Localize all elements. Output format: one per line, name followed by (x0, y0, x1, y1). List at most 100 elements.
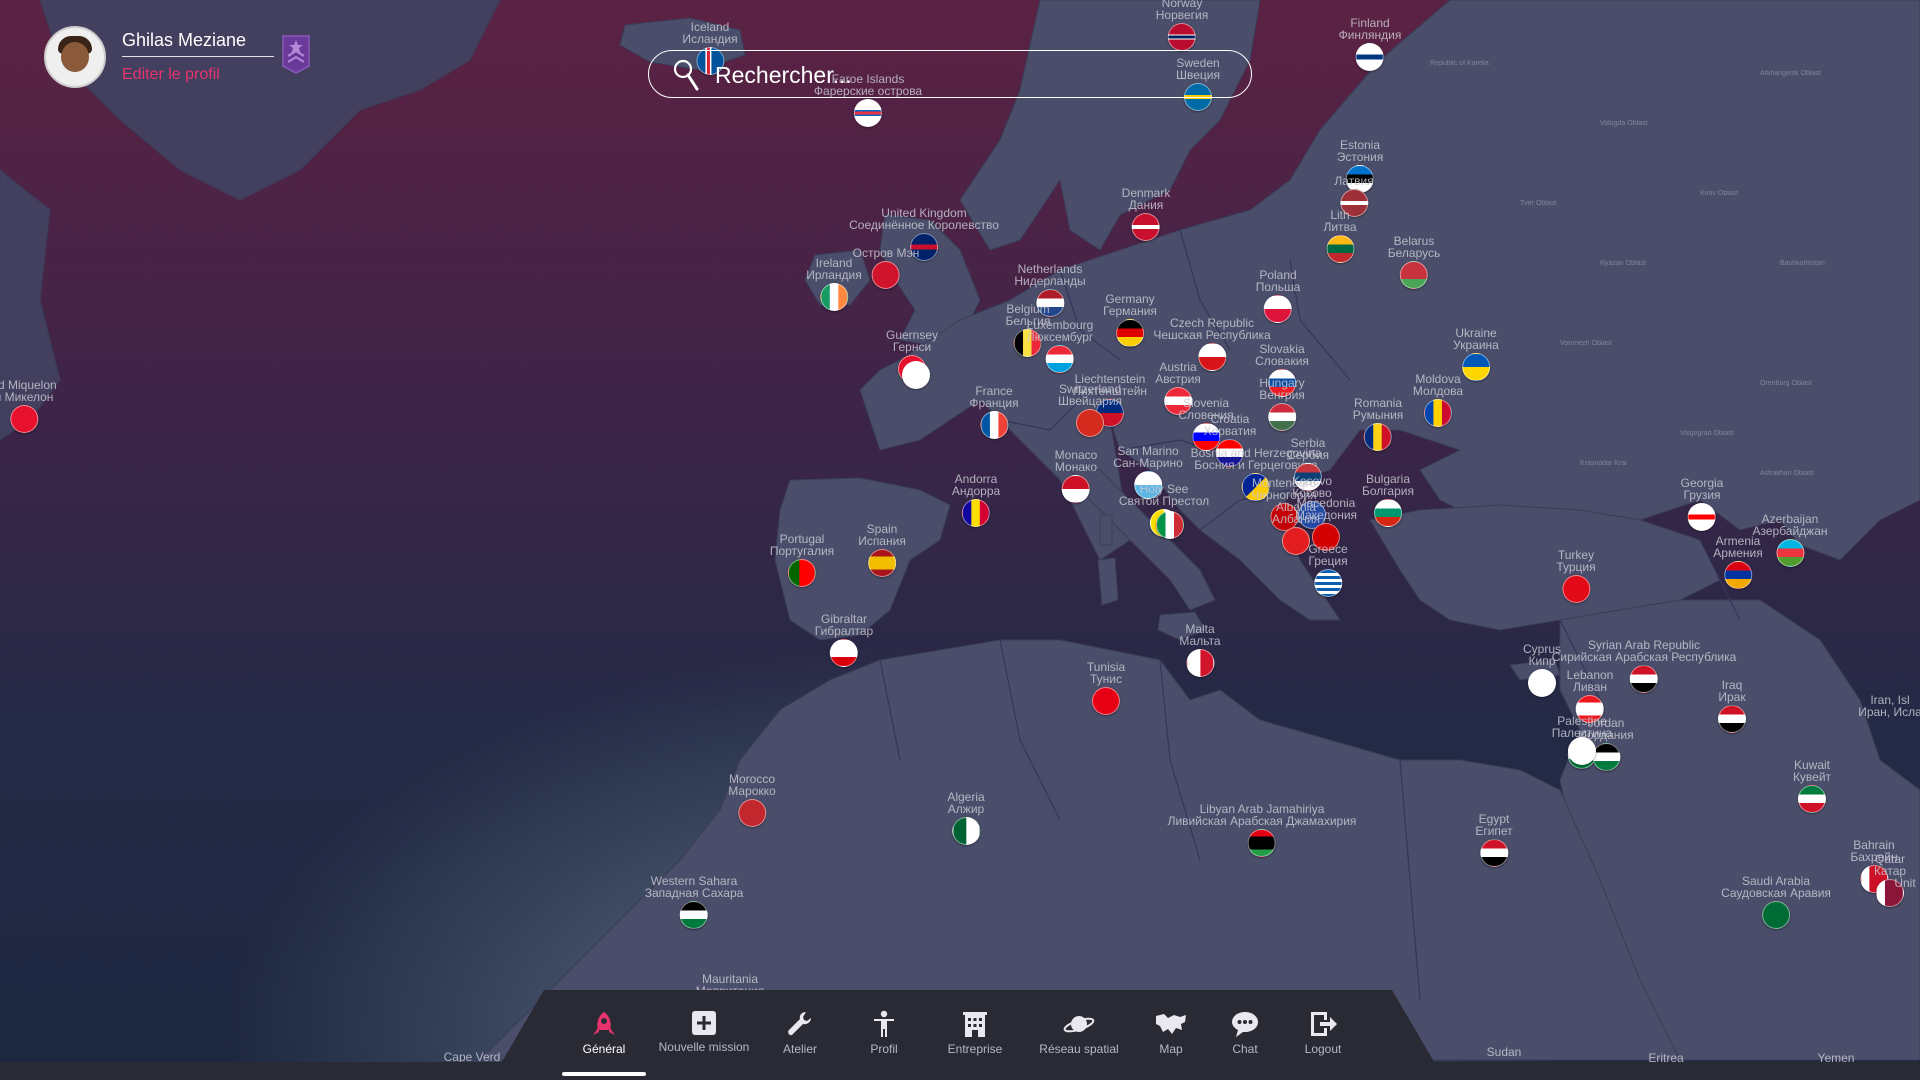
nav-label: Entreprise (947, 1042, 1003, 1056)
flag-icon (1167, 23, 1196, 51)
nav-chat[interactable]: Chat (1212, 990, 1278, 1065)
country-name-ru: Польша (1255, 280, 1301, 294)
country-name-ru: Украина (1453, 338, 1499, 352)
country-marker-finland[interactable]: Finland Финляндия (1339, 17, 1401, 71)
flag-icon (738, 799, 766, 827)
user-profile: Ghilas Meziane Editer le profil (44, 26, 364, 90)
country-marker-spain[interactable]: Spain Испания (858, 523, 906, 577)
region-label: Krasnodar Krai (1580, 460, 1627, 467)
country-name-ru: Румыния (1352, 408, 1404, 422)
nav-label: Map (1159, 1042, 1183, 1056)
country-marker-moldova[interactable]: Moldova Молдова (1413, 373, 1463, 427)
nav-map[interactable]: Map (1136, 990, 1206, 1065)
country-name: Sudan (1486, 1045, 1522, 1059)
building-icon (963, 1012, 987, 1037)
country-marker-algeria[interactable]: Algeria Алжир (947, 791, 985, 845)
country-marker-spm[interactable]: nd Miquelonи Микелон (0, 379, 57, 433)
country-marker-isleofman[interactable]: Остров Мэн (852, 246, 920, 289)
country-marker-westernsahara[interactable]: Western Sahara Западная Сахара (645, 875, 743, 929)
nav-reseau-spatial[interactable]: Réseau spatial (1030, 990, 1128, 1065)
country-marker-poland[interactable]: Poland Польша (1255, 269, 1301, 323)
country-marker-greece[interactable]: Greece Греция (1308, 543, 1348, 597)
country-marker-libya[interactable]: Libyan Arab Jamahiriya Ливийская Арабская… (1168, 803, 1356, 857)
search-icon (673, 59, 699, 91)
flag-icon (1479, 839, 1508, 867)
country-marker-azerbaijan[interactable]: Azerbaijan Азербайджан (1752, 513, 1828, 567)
country-marker-romania[interactable]: Romania Румыния (1352, 397, 1404, 451)
search-bar[interactable] (648, 50, 1252, 98)
map-sardinia (1097, 557, 1119, 606)
country-marker-kuwait[interactable]: Kuwait Кувейт (1793, 759, 1831, 813)
flag-icon (854, 99, 882, 127)
flag-icon (9, 405, 38, 433)
country-name-ru: Саудовская Аравия (1721, 886, 1831, 900)
country-name-ru: Беларусь (1387, 246, 1441, 260)
flag-icon (1355, 43, 1384, 71)
region-label: Astrakhan Oblast (1760, 470, 1814, 477)
country-marker-israel[interactable] (1568, 735, 1596, 765)
country-marker-armenia[interactable]: Armenia Армения (1713, 535, 1763, 589)
flag-icon (1776, 539, 1804, 567)
country-marker-bulgaria[interactable]: Bulgaria Болгария (1362, 473, 1414, 527)
country-marker-georgia[interactable]: Georgia Грузия (1681, 477, 1723, 531)
nav-new-mission[interactable]: Nouvelle mission (652, 990, 756, 1065)
country-marker-jersey[interactable] (902, 359, 930, 389)
country-marker-andorra[interactable]: Andorra Андорра (952, 473, 1000, 527)
nav-profil[interactable]: Profil (846, 990, 922, 1065)
country-marker-monaco[interactable]: Monaco Монако (1055, 449, 1097, 503)
flag-icon (820, 283, 848, 311)
country-marker-turkey[interactable]: Turkey Турция (1556, 549, 1596, 603)
nav-atelier[interactable]: Atelier (762, 990, 838, 1065)
region-label: Tver Oblast (1520, 200, 1557, 207)
country-marker-lithuania[interactable]: Lith Литва (1324, 209, 1357, 263)
country-marker-ireland[interactable]: Ireland Ирландия (806, 257, 862, 311)
country-marker-malta[interactable]: Malta Мальта (1179, 623, 1221, 677)
nav-label: Général (582, 1042, 626, 1056)
avatar[interactable] (44, 26, 106, 88)
flag-icon (1687, 503, 1716, 531)
world-map[interactable] (0, 0, 1920, 1080)
search-input[interactable] (713, 58, 1217, 92)
country-marker-iraq[interactable]: Iraq Ирак (1718, 679, 1746, 733)
country-marker-morocco[interactable]: Morocco Марокко (728, 773, 776, 827)
region-label: Arkhangelsk Oblast (1760, 70, 1821, 77)
country-name-ru: Швейцария (1057, 394, 1123, 408)
region-label: Volgograd Oblast (1680, 430, 1734, 437)
flag-icon (1762, 901, 1790, 929)
country-name-ru: Литва (1323, 220, 1357, 234)
flag-icon (1186, 649, 1214, 677)
country-name-ru: Исландия (682, 32, 738, 46)
country-marker-denmark[interactable]: Denmark Дания (1122, 187, 1170, 241)
country-marker-norway[interactable]: Norway Норвегия (1156, 0, 1208, 51)
country-marker-belarus[interactable]: Belarus Беларусь (1388, 235, 1440, 289)
flag-icon (1724, 561, 1752, 589)
flag-icon (868, 549, 896, 577)
country-marker-switzerland[interactable]: Switzerland Швейцария (1058, 383, 1122, 437)
map-scandinavia (959, 0, 1261, 251)
country-marker-italy[interactable] (1156, 509, 1184, 539)
nav-entreprise[interactable]: Entreprise (930, 990, 1020, 1065)
country-marker-france[interactable]: France Франция (969, 385, 1019, 439)
country-marker-gibraltar[interactable]: Gibraltar Гибралтар (815, 613, 873, 667)
country-name-ru: Остров Мэн (852, 246, 920, 260)
country-marker-luxembourg[interactable]: Luxembourg Люксембург (1027, 319, 1093, 373)
edit-profile-link[interactable]: Editer le profil (122, 66, 220, 84)
flag-icon (1462, 353, 1490, 381)
flag-icon (1373, 499, 1402, 527)
country-name-ru: Тунис (1090, 672, 1122, 686)
country-marker-hungary[interactable]: Hungary Венгрия (1259, 377, 1305, 431)
avatar-face (61, 42, 89, 72)
country-marker-saudi[interactable]: Saudi Arabia Саудовская Аравия (1721, 875, 1831, 929)
country-name-ru: Словакия (1255, 354, 1309, 368)
country-marker-tunisia[interactable]: Tunisia Тунис (1087, 661, 1125, 715)
nav-logout[interactable]: Logout (1286, 990, 1360, 1065)
flag-icon (979, 411, 1008, 439)
nav-general[interactable]: Général (562, 990, 646, 1065)
country-name-ru: Сербия (1286, 448, 1330, 462)
country-name-ru: Франция (969, 396, 1019, 410)
country-marker-egypt[interactable]: Egypt Египет (1475, 813, 1513, 867)
country-marker-germany[interactable]: Germany Германия (1103, 293, 1157, 347)
flag-icon (1562, 575, 1590, 603)
country-name-ru: Македония (1294, 508, 1358, 522)
country-marker-portugal[interactable]: Portugal Португалия (770, 533, 834, 587)
